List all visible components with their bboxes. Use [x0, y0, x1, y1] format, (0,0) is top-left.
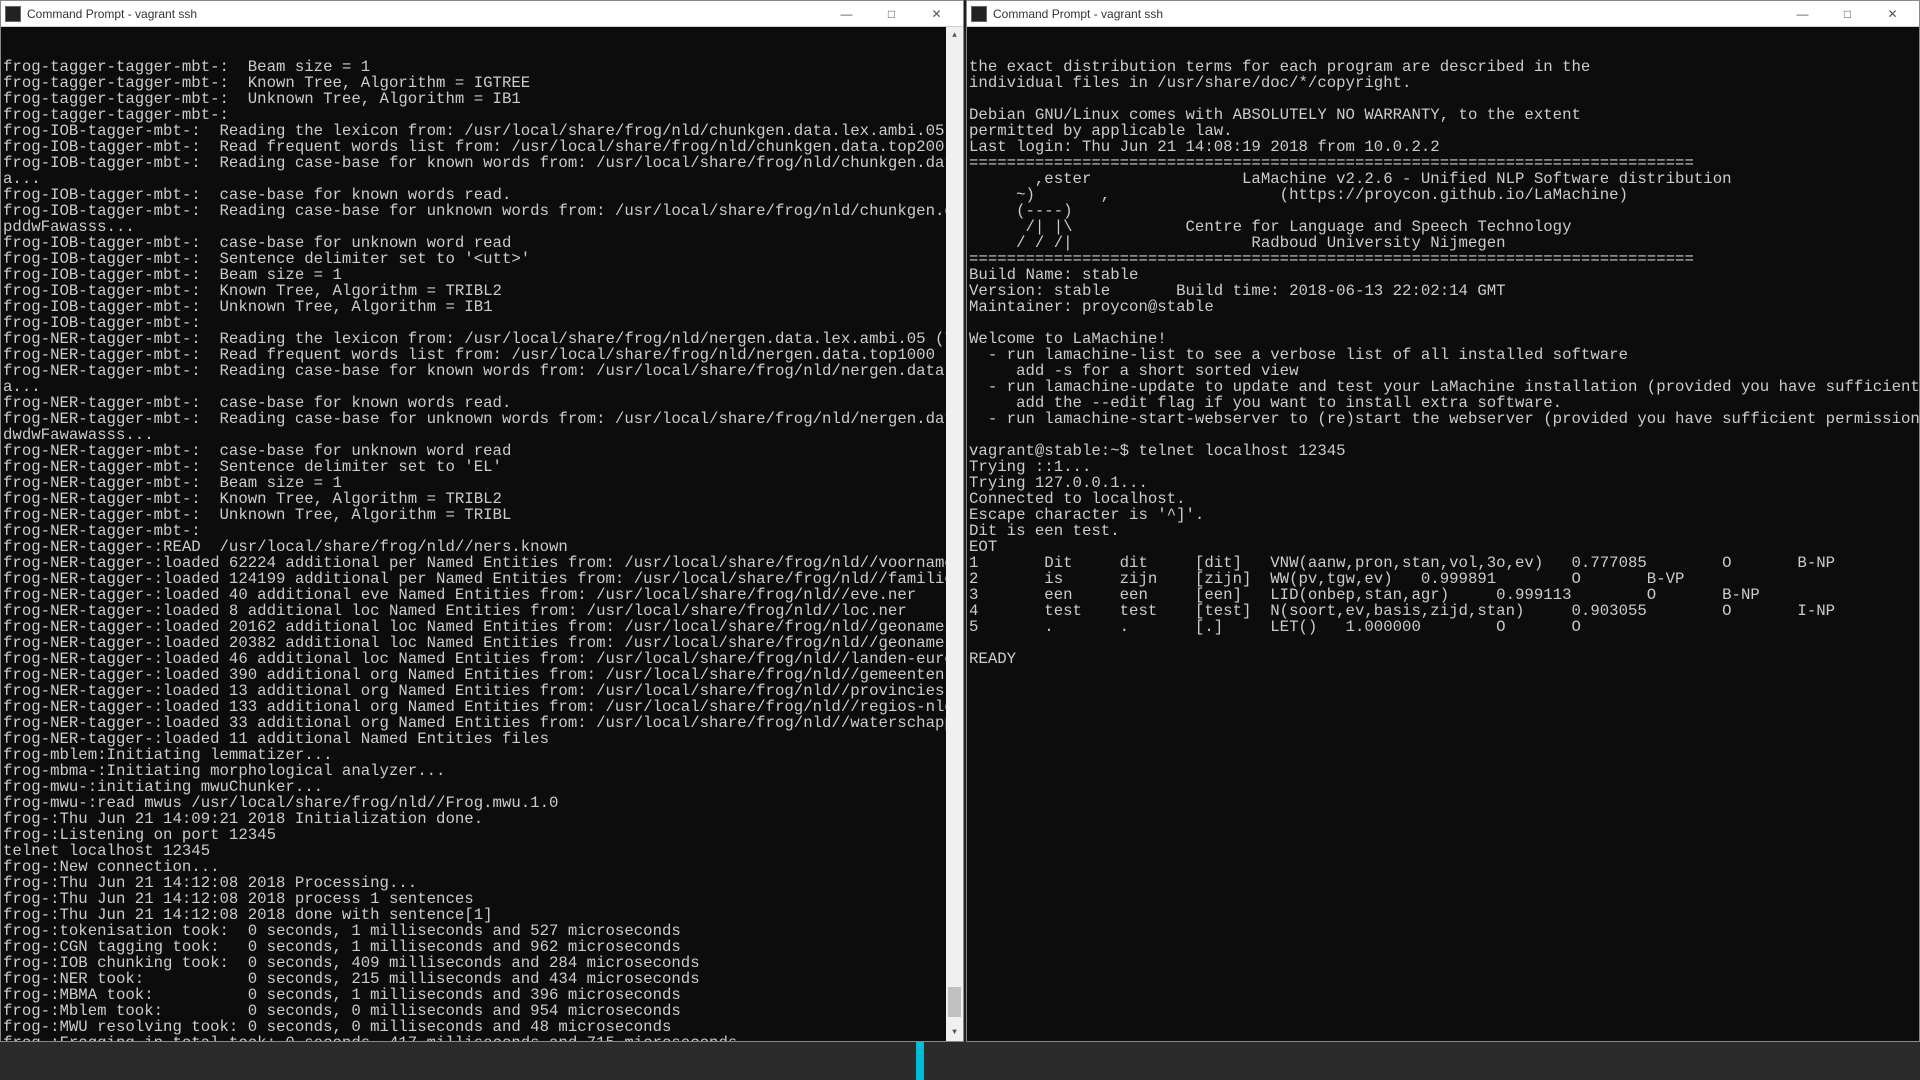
maximize-button[interactable]: □	[1825, 2, 1870, 26]
close-button[interactable]: ✕	[914, 2, 959, 26]
terminal-window-right: Command Prompt - vagrant ssh — □ ✕ the e…	[966, 0, 1920, 1042]
titlebar-left[interactable]: Command Prompt - vagrant ssh — □ ✕	[1, 1, 963, 27]
titlebar-right[interactable]: Command Prompt - vagrant ssh — □ ✕	[967, 1, 1919, 27]
cmd-icon	[971, 6, 987, 22]
scroll-thumb[interactable]	[948, 987, 961, 1017]
cmd-icon	[5, 6, 21, 22]
window-title-left: Command Prompt - vagrant ssh	[27, 7, 824, 21]
minimize-button[interactable]: —	[824, 2, 869, 26]
taskbar-active-indicator[interactable]	[916, 1042, 924, 1080]
window-title-right: Command Prompt - vagrant ssh	[993, 7, 1780, 21]
taskbar-spacer	[0, 1042, 916, 1080]
terminal-body-left[interactable]: frog-tagger-tagger-mbt-: Beam size = 1 f…	[1, 27, 963, 1041]
terminal-window-left: Command Prompt - vagrant ssh — □ ✕ frog-…	[0, 0, 964, 1042]
maximize-button[interactable]: □	[869, 2, 914, 26]
close-button[interactable]: ✕	[1870, 2, 1915, 26]
taskbar[interactable]	[0, 1042, 1920, 1080]
window-controls-left: — □ ✕	[824, 2, 959, 26]
desktop: Command Prompt - vagrant ssh — □ ✕ frog-…	[0, 0, 1920, 1080]
scroll-down-icon[interactable]: ▼	[946, 1024, 963, 1041]
terminal-body-right[interactable]: the exact distribution terms for each pr…	[967, 27, 1919, 1041]
window-controls-right: — □ ✕	[1780, 2, 1915, 26]
scrollbar-left[interactable]: ▲ ▼	[946, 27, 963, 1041]
scroll-up-icon[interactable]: ▲	[946, 27, 963, 44]
minimize-button[interactable]: —	[1780, 2, 1825, 26]
